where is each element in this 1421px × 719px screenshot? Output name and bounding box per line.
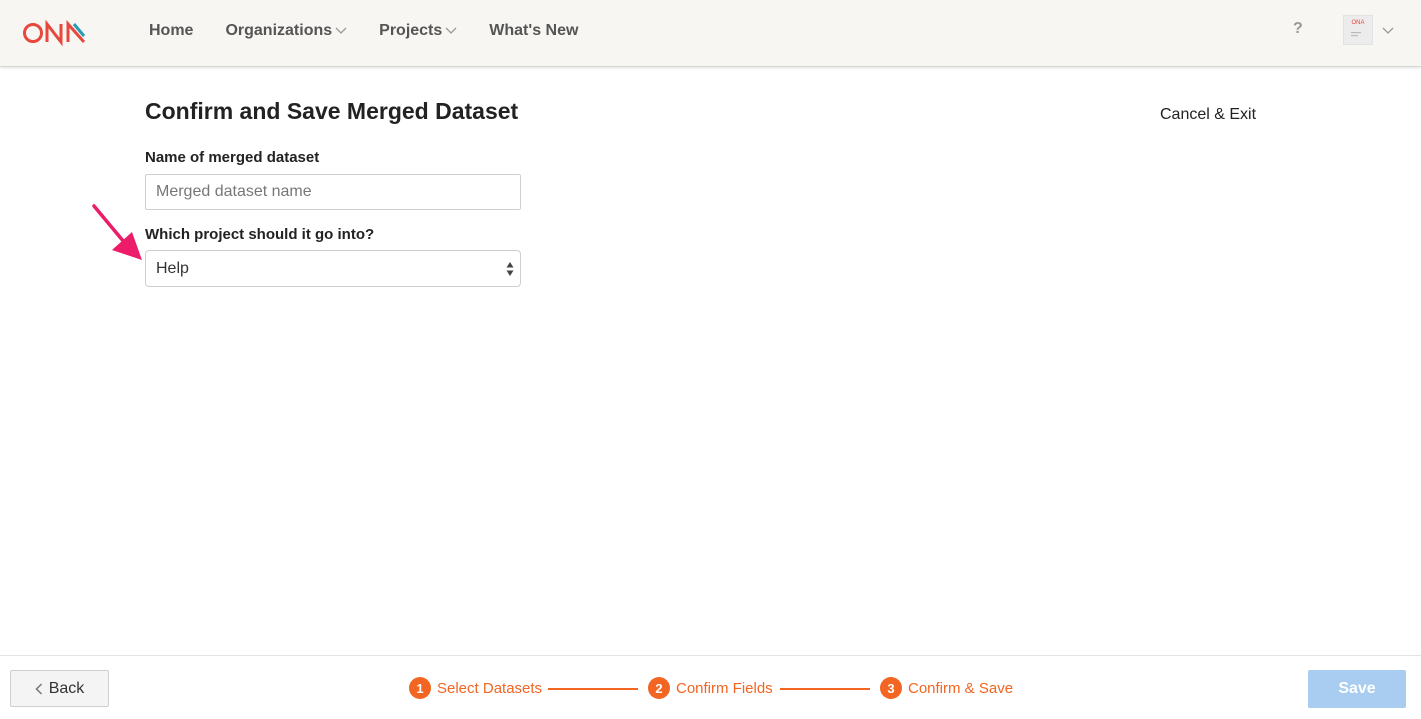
- dataset-name-label: Name of merged dataset: [145, 149, 320, 166]
- avatar-logo-icon: ONA: [1351, 20, 1365, 37]
- up-down-arrows-icon: [506, 262, 514, 276]
- nav-home-label: Home: [149, 22, 194, 39]
- step-confirm-fields[interactable]: 2 Confirm Fields: [648, 677, 773, 699]
- nav-item-home[interactable]: Home: [149, 22, 193, 40]
- nav-organizations-label: Organizations: [225, 22, 333, 39]
- step-number-badge: 3: [880, 677, 902, 699]
- project-select-label: Which project should it go into?: [145, 226, 375, 243]
- project-select-value: Help: [156, 259, 189, 277]
- step-label: Confirm & Save: [908, 679, 1014, 697]
- step-connector: [780, 688, 870, 690]
- nav-projects-label: Projects: [379, 22, 443, 39]
- save-button[interactable]: Save: [1308, 670, 1406, 708]
- step-number-badge: 2: [648, 677, 670, 699]
- step-number-badge: 1: [409, 677, 431, 699]
- chevron-down-icon[interactable]: [1382, 27, 1394, 35]
- help-icon[interactable]: ?: [1293, 20, 1303, 38]
- page-title: Confirm and Save Merged Dataset: [145, 98, 519, 124]
- chevron-down-icon: [445, 27, 457, 34]
- main-nav: Home Organizations Projects What's New: [149, 0, 610, 62]
- step-label: Confirm Fields: [676, 679, 773, 697]
- cancel-exit-link[interactable]: Cancel & Exit: [1160, 106, 1256, 124]
- step-connector: [548, 688, 638, 690]
- nav-item-whats-new[interactable]: What's New: [489, 22, 578, 40]
- svg-text:ONA: ONA: [1351, 20, 1364, 26]
- back-button[interactable]: Back: [10, 670, 109, 707]
- nav-item-organizations[interactable]: Organizations: [225, 22, 347, 40]
- step-select-datasets[interactable]: 1 Select Datasets: [409, 677, 542, 699]
- nav-whats-new-label: What's New: [489, 22, 579, 39]
- avatar[interactable]: ONA: [1343, 15, 1373, 45]
- pointer-arrow-icon: [92, 204, 142, 260]
- top-navbar: Home Organizations Projects What's New ?…: [0, 0, 1421, 67]
- step-confirm-save[interactable]: 3 Confirm & Save: [880, 677, 1013, 699]
- ona-logo[interactable]: [22, 20, 88, 46]
- nav-item-projects[interactable]: Projects: [379, 22, 457, 40]
- chevron-down-icon: [335, 27, 347, 34]
- project-select[interactable]: Help: [145, 250, 521, 287]
- chevron-left-icon: [35, 682, 42, 695]
- wizard-footer: Back 1 Select Datasets 2 Confirm Fields …: [0, 655, 1421, 719]
- dataset-name-input[interactable]: [145, 174, 521, 210]
- step-label: Select Datasets: [437, 679, 543, 697]
- back-button-label: Back: [48, 679, 85, 697]
